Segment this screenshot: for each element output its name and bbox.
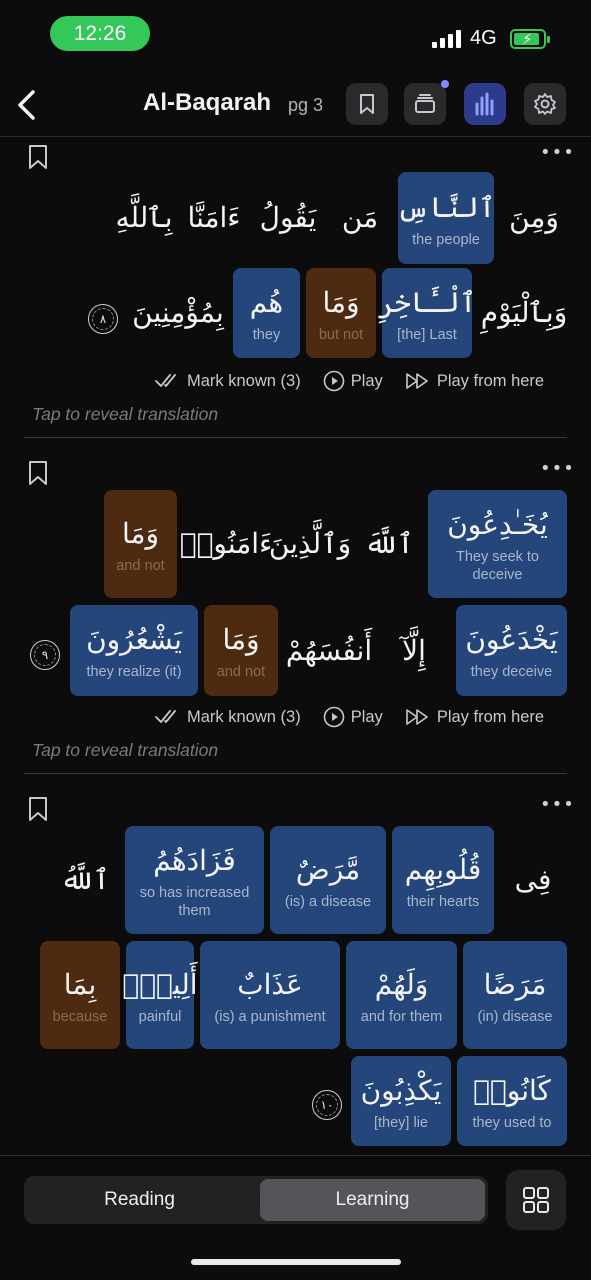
more-icon[interactable]: ••• bbox=[540, 458, 575, 479]
double-check-icon bbox=[155, 710, 176, 723]
word-known[interactable]: قُلُوبِهِم their hearts bbox=[392, 826, 494, 934]
signal-icon bbox=[432, 30, 461, 48]
word[interactable]: بِمُؤْمِنِينَ bbox=[128, 268, 228, 358]
word[interactable]: ٱللَّهَ bbox=[356, 490, 422, 598]
word[interactable]: وَٱلَّذِينَ bbox=[269, 490, 351, 598]
play-button[interactable]: Play bbox=[323, 370, 383, 392]
home-indicator[interactable] bbox=[191, 1259, 401, 1265]
play-circle-icon bbox=[323, 706, 345, 728]
settings-button[interactable] bbox=[524, 83, 566, 125]
play-forward-icon bbox=[406, 373, 428, 389]
word[interactable]: يَقُولُ bbox=[250, 172, 326, 264]
layers-icon bbox=[415, 94, 435, 113]
more-icon[interactable]: ••• bbox=[540, 142, 575, 163]
word[interactable]: وَبِٱلْيَوْمِ bbox=[480, 268, 568, 358]
back-button[interactable] bbox=[8, 83, 44, 127]
verse-card: ••• يُخَـٰدِعُونَ They seek to deceive ٱل… bbox=[0, 456, 591, 776]
word-known[interactable]: يَشْعُرُونَ they realize (it) bbox=[70, 605, 198, 696]
word-known[interactable]: عَذَابٌ (is) a punishment bbox=[200, 941, 340, 1049]
status-time: 12:26 bbox=[50, 16, 150, 51]
verse-number: ٩ bbox=[30, 640, 60, 670]
grid-view-button[interactable] bbox=[506, 1170, 566, 1230]
divider bbox=[24, 437, 567, 438]
verse-bookmark-icon[interactable] bbox=[27, 144, 49, 170]
reveal-translation[interactable]: Tap to reveal translation bbox=[32, 740, 218, 761]
tab-learning[interactable]: Learning bbox=[260, 1179, 485, 1221]
word-known[interactable]: ٱلنَّاسِ the people bbox=[397, 172, 495, 264]
battery-icon: ⚡ bbox=[510, 29, 550, 49]
word[interactable]: ءَامَنُوا۟ bbox=[180, 490, 272, 598]
mark-known-button[interactable]: Mark known (3) bbox=[155, 372, 301, 391]
word[interactable]: ٱللَّهُ bbox=[50, 826, 120, 934]
word-known[interactable]: أَلِيمٌۢ painful bbox=[122, 941, 198, 1049]
verse-number: ١٠ bbox=[312, 1090, 342, 1120]
back-icon bbox=[18, 90, 35, 120]
layers-button[interactable] bbox=[404, 80, 449, 125]
top-bar: Al-Baqarah pg 3 bbox=[0, 75, 591, 137]
word[interactable]: وَمِنَ bbox=[500, 172, 568, 264]
word-known[interactable]: مَرَضًا (in) disease bbox=[463, 941, 567, 1049]
play-forward-icon bbox=[406, 709, 428, 725]
page-number: pg 3 bbox=[288, 95, 324, 115]
word[interactable]: إِلَّآ bbox=[378, 605, 450, 696]
word-known[interactable]: كَانُوا۟ they used to bbox=[457, 1056, 567, 1146]
network-label: 4G bbox=[470, 27, 497, 49]
stats-button[interactable] bbox=[464, 83, 506, 125]
mark-known-button[interactable]: Mark known (3) bbox=[155, 708, 301, 727]
play-circle-icon bbox=[323, 370, 345, 392]
word[interactable]: بِٱللَّهِ bbox=[110, 172, 178, 264]
bookmark-icon bbox=[360, 94, 374, 114]
verse-bookmark-icon[interactable] bbox=[27, 796, 49, 822]
word-known[interactable]: يُخَـٰدِعُونَ They seek to deceive bbox=[428, 490, 567, 598]
verse-card: ••• فِى قُلُوبِهِم their hearts مَّرَضٌ (i… bbox=[0, 792, 591, 1152]
word-particle[interactable]: وَمَا and not bbox=[104, 490, 177, 598]
word-known[interactable]: يَخْدَعُونَ they deceive bbox=[456, 605, 567, 696]
page-title: Al-Baqarah bbox=[143, 89, 272, 116]
settings-icon bbox=[534, 93, 556, 115]
more-icon[interactable]: ••• bbox=[540, 794, 575, 815]
word-known[interactable]: ٱلْـَٔاخِرِ [the] Last bbox=[378, 268, 476, 358]
play-from-here-button[interactable]: Play from here bbox=[405, 372, 544, 391]
grid-icon bbox=[523, 1187, 549, 1213]
notification-dot bbox=[441, 80, 449, 88]
divider bbox=[24, 773, 567, 774]
status-bar: 12:26 4G ⚡ bbox=[0, 0, 591, 70]
bottom-bar: Reading Learning bbox=[0, 1155, 591, 1280]
word[interactable]: ءَامَنَّا bbox=[180, 172, 248, 264]
word-known[interactable]: هُم they bbox=[233, 268, 300, 358]
play-button[interactable]: Play bbox=[323, 706, 383, 728]
word-known[interactable]: فَزَادَهُمُ so has increased them bbox=[125, 826, 264, 934]
word-known[interactable]: وَلَهُمْ and for them bbox=[346, 941, 457, 1049]
verse-bookmark-icon[interactable] bbox=[27, 460, 49, 486]
verse-number: ٨ bbox=[88, 304, 118, 334]
verse-actions: Mark known (3) Play Play from here bbox=[155, 706, 544, 728]
verse-card: ••• وَمِنَ ٱلنَّاسِ the people مَن يَقُول… bbox=[0, 140, 591, 440]
double-check-icon bbox=[155, 374, 176, 387]
mode-switch: Reading Learning bbox=[24, 1176, 488, 1224]
word[interactable]: مَن bbox=[330, 172, 390, 264]
word-particle[interactable]: بِمَا because bbox=[40, 941, 120, 1049]
word[interactable]: أَنفُسَهُمْ bbox=[284, 605, 374, 696]
bookmark-button[interactable] bbox=[346, 83, 388, 125]
word[interactable]: فِى bbox=[500, 826, 566, 934]
word-particle[interactable]: وَمَا but not bbox=[306, 268, 376, 358]
word-known[interactable]: مَّرَضٌ (is) a disease bbox=[270, 826, 386, 934]
tab-reading[interactable]: Reading bbox=[27, 1179, 252, 1221]
word-known[interactable]: يَكْذِبُونَ [they] lie bbox=[351, 1056, 451, 1146]
verse-actions: Mark known (3) Play Play from here bbox=[155, 370, 544, 392]
play-from-here-button[interactable]: Play from here bbox=[405, 708, 544, 727]
word-particle[interactable]: وَمَا and not bbox=[204, 605, 278, 696]
chart-icon bbox=[475, 92, 494, 116]
reveal-translation[interactable]: Tap to reveal translation bbox=[32, 404, 218, 425]
